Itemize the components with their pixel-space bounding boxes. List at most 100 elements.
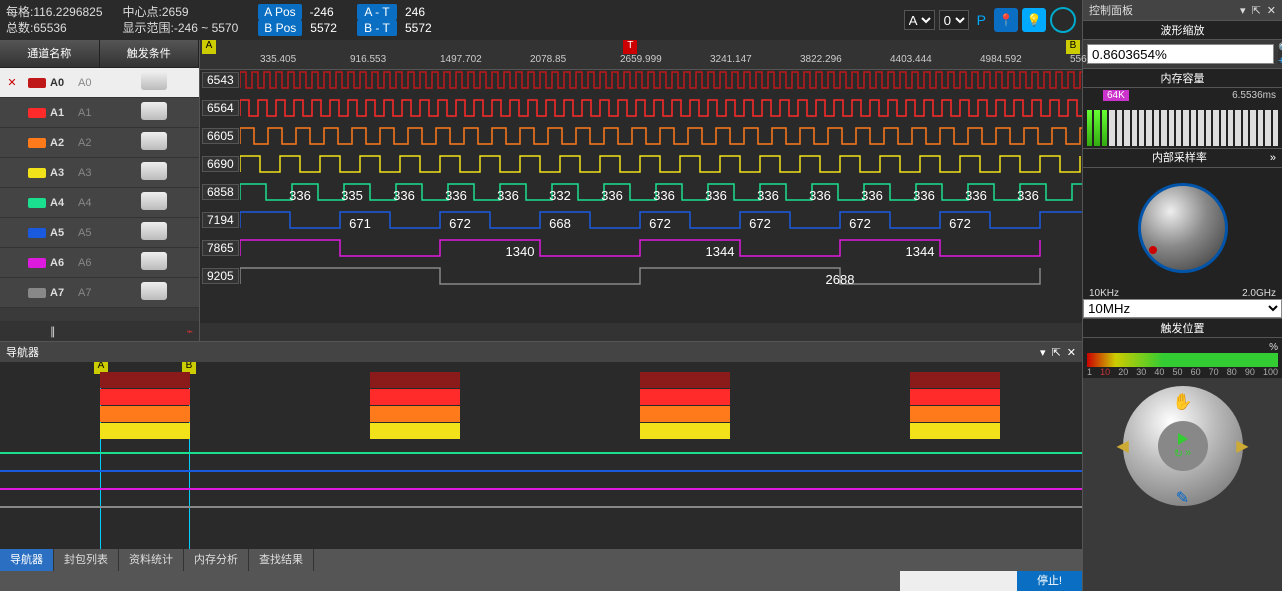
trigger-condition-button[interactable]	[141, 252, 167, 270]
channel-color-swatch	[28, 78, 46, 88]
memory-slot[interactable]	[1221, 110, 1226, 146]
nav-tab[interactable]: 查找结果	[249, 549, 314, 571]
ffwd-icon[interactable]: »	[1185, 447, 1191, 460]
select-a[interactable]: A	[904, 10, 935, 30]
nav-tab[interactable]: 内存分析	[184, 549, 249, 571]
close-panel-icon[interactable]: ✕	[1067, 346, 1076, 359]
trigger-condition-button[interactable]	[141, 102, 167, 120]
memory-slot[interactable]	[1198, 110, 1203, 146]
memory-slot[interactable]	[1183, 110, 1188, 146]
channel-row-A3[interactable]: A3A3	[0, 158, 199, 188]
memory-slot[interactable]	[1154, 110, 1159, 146]
jog-left-icon[interactable]: ◀	[1117, 436, 1129, 456]
cp-dropdown-icon[interactable]: ▾	[1240, 4, 1246, 17]
channel-row-A0[interactable]: ✕A0A0	[0, 68, 199, 98]
memory-slot[interactable]	[1191, 110, 1196, 146]
trigger-condition-button[interactable]	[141, 162, 167, 180]
navigator-body[interactable]: A B	[0, 362, 1082, 549]
channel-row-A2[interactable]: A2A2	[0, 128, 199, 158]
trigger-condition-button[interactable]	[141, 282, 167, 300]
time-ruler[interactable]: A T B 335.405916.5531497.7022078.852659.…	[200, 40, 1082, 70]
trigger-scale-tick: 30	[1136, 367, 1146, 377]
channel-row-A7[interactable]: A7A7	[0, 278, 199, 308]
wand-icon[interactable]: ✎	[1176, 488, 1189, 508]
segment-value: 336	[393, 188, 415, 203]
nav-tab[interactable]: 封包列表	[54, 549, 119, 571]
clock-icon[interactable]	[1050, 7, 1076, 33]
ruler-tick: 1497.702	[440, 54, 482, 65]
waveform-hscroll[interactable]	[200, 323, 1082, 341]
cp-pin-icon[interactable]: ⇱	[1252, 4, 1261, 17]
freq-select[interactable]: 10MHz	[1083, 299, 1282, 318]
waveform-area[interactable]: A T B 335.405916.5531497.7022078.852659.…	[200, 40, 1082, 341]
hand-icon[interactable]: ✋	[1173, 392, 1193, 412]
trigger-slider[interactable]	[1087, 353, 1278, 367]
jog-wheel[interactable]: ✋ ◀ ▶ ↻ » ✎	[1123, 386, 1243, 506]
memory-slot[interactable]	[1206, 110, 1211, 146]
bulb-icon[interactable]: 💡	[1022, 8, 1046, 32]
memory-slot[interactable]	[1176, 110, 1181, 146]
memory-slot[interactable]	[1169, 110, 1174, 146]
channel-row-A5[interactable]: A5A5	[0, 218, 199, 248]
wave-row-label: 6564	[202, 100, 239, 116]
segment-value: 1344	[906, 244, 935, 259]
nav-trace	[0, 452, 1082, 454]
channel-row-A1[interactable]: A1A1	[0, 98, 199, 128]
memory-slots[interactable]	[1087, 110, 1278, 146]
pulse-icon[interactable]: ⌁	[186, 325, 199, 338]
memory-slot[interactable]	[1235, 110, 1240, 146]
play-icon[interactable]	[1178, 433, 1188, 445]
memory-slot[interactable]	[1273, 110, 1278, 146]
memory-slot[interactable]	[1258, 110, 1263, 146]
a-pos-badge[interactable]: A Pos	[258, 4, 301, 20]
marker-t[interactable]: T	[623, 40, 637, 54]
memory-slot[interactable]	[1161, 110, 1166, 146]
rate-section-header: 内部采样率	[1089, 148, 1270, 168]
memory-slot[interactable]	[1213, 110, 1218, 146]
memory-slot[interactable]	[1139, 110, 1144, 146]
trigger-condition-button[interactable]	[141, 132, 167, 150]
marker-b[interactable]: B	[1066, 40, 1080, 54]
trigger-condition-button[interactable]	[141, 72, 167, 90]
memory-slot[interactable]	[1094, 110, 1099, 146]
jog-right-icon[interactable]: ▶	[1236, 436, 1248, 456]
channel-alias: A7	[78, 287, 108, 299]
channel-close-icon[interactable]: ✕	[0, 76, 24, 89]
trigger-scale-tick: 100	[1263, 367, 1278, 377]
sample-rate-knob[interactable]	[1138, 183, 1228, 273]
memory-slot[interactable]	[1132, 110, 1137, 146]
loop-icon[interactable]: ↻	[1174, 447, 1183, 460]
memory-slot[interactable]	[1228, 110, 1233, 146]
pin-panel-icon[interactable]: ⇱	[1052, 346, 1061, 359]
memory-slot[interactable]	[1087, 110, 1092, 146]
zoom-in-icon[interactable]: 🔍+	[1278, 44, 1282, 64]
dropdown-icon[interactable]: ▾	[1040, 346, 1046, 359]
nav-tab[interactable]: 资料统计	[119, 549, 184, 571]
ruler-tick: 3822.296	[800, 54, 842, 65]
a-t-badge[interactable]: A - T	[357, 4, 397, 20]
zoom-input[interactable]	[1087, 44, 1274, 64]
rate-more-icon[interactable]: »	[1270, 148, 1276, 168]
memory-slot[interactable]	[1117, 110, 1122, 146]
memory-slot[interactable]	[1250, 110, 1255, 146]
memory-slot[interactable]	[1102, 110, 1107, 146]
segment-value: 336	[653, 188, 675, 203]
nav-tab[interactable]: 导航器	[0, 549, 54, 571]
memory-slot[interactable]	[1109, 110, 1114, 146]
cp-close-icon[interactable]: ✕	[1267, 4, 1276, 17]
select-0[interactable]: 0	[939, 10, 969, 30]
channel-row-A6[interactable]: A6A6	[0, 248, 199, 278]
trigger-condition-button[interactable]	[141, 222, 167, 240]
b-pos-badge[interactable]: B Pos	[258, 20, 302, 36]
memory-slot[interactable]	[1124, 110, 1129, 146]
memory-slot[interactable]	[1146, 110, 1151, 146]
marker-a[interactable]: A	[202, 40, 216, 54]
memory-slot[interactable]	[1243, 110, 1248, 146]
trigger-condition-button[interactable]	[141, 192, 167, 210]
channel-name-header: 通道名称	[0, 40, 100, 67]
channel-alias: A6	[78, 257, 108, 269]
channel-row-A4[interactable]: A4A4	[0, 188, 199, 218]
pin-icon[interactable]: 📍	[994, 8, 1018, 32]
memory-slot[interactable]	[1265, 110, 1270, 146]
b-t-badge[interactable]: B - T	[357, 20, 397, 36]
